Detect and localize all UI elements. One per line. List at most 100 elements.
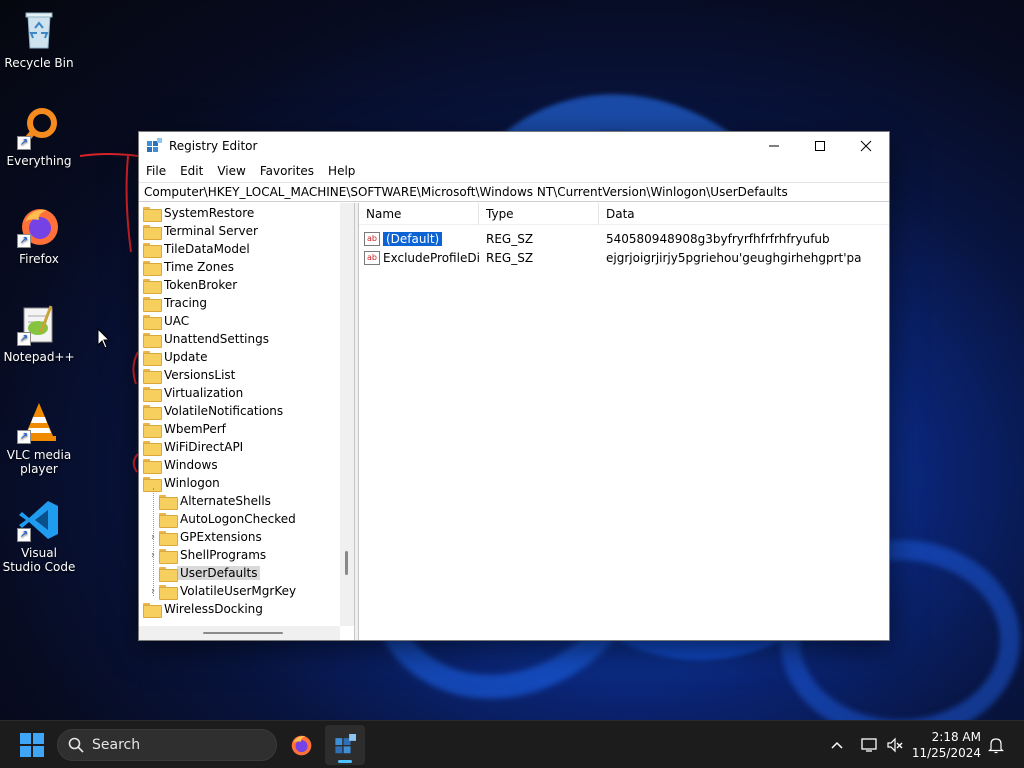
desktop-icon-label: Notepad++ — [3, 350, 75, 364]
registry-editor-icon — [335, 734, 356, 754]
tree-item[interactable]: Windows — [143, 456, 218, 474]
taskbar-registry-editor[interactable] — [325, 725, 365, 765]
value-row[interactable]: ab ExcludeProfileDirs REG_SZ ejgrjoigrji… — [359, 248, 889, 267]
tree-item[interactable]: AutoLogonChecked — [147, 510, 296, 528]
title-bar[interactable]: Registry Editor — [139, 132, 889, 160]
mouse-cursor-icon — [97, 328, 111, 349]
volume-button[interactable] — [886, 721, 904, 768]
tree-item[interactable]: AlternateShells — [147, 492, 271, 510]
network-button[interactable] — [860, 721, 878, 768]
address-bar[interactable]: Computer\HKEY_LOCAL_MACHINE\SOFTWARE\Mic… — [139, 182, 889, 202]
tree-item[interactable]: TokenBroker — [143, 276, 237, 294]
tree-item[interactable]: Terminal Server — [143, 222, 258, 240]
folder-icon — [143, 476, 162, 492]
tree-item-label: Winlogon — [164, 476, 220, 490]
tree-item[interactable]: Update — [143, 348, 207, 366]
tree-item-label: SystemRestore — [164, 206, 255, 220]
tree-item[interactable]: Winlogon — [143, 474, 220, 492]
desktop-icon-label: Recycle Bin — [4, 56, 74, 70]
folder-icon — [159, 584, 178, 600]
folder-icon — [159, 494, 178, 510]
desktop-icon-everything[interactable]: ↗ Everything — [2, 106, 76, 168]
taskbar-clock[interactable]: 2:18 AM 11/25/2024 — [912, 729, 981, 761]
tree-item[interactable]: VolatileNotifications — [143, 402, 283, 420]
list-header: Name Type Data — [359, 202, 889, 225]
folder-icon — [159, 512, 178, 528]
desktop-icon-vscode[interactable]: ↗ Visual Studio Code — [2, 498, 76, 574]
desktop-icon-recycle-bin[interactable]: Recycle Bin — [2, 8, 76, 70]
scrollbar-thumb[interactable] — [203, 632, 283, 634]
notifications-button[interactable] — [987, 721, 1005, 768]
vscode-icon: ↗ — [17, 498, 61, 542]
tree-item[interactable]: WirelessDocking — [143, 600, 263, 618]
menu-help[interactable]: Help — [321, 164, 362, 178]
tree-item-label: VersionsList — [164, 368, 236, 382]
tree-item[interactable]: SystemRestore — [143, 204, 254, 222]
tree-item-label: AlternateShells — [180, 494, 271, 508]
tree-item[interactable]: Tracing — [143, 294, 207, 312]
values-list-pane[interactable]: Name Type Data ab (Default) REG_SZ 54058… — [359, 202, 889, 640]
folder-icon — [143, 386, 162, 402]
column-header-data[interactable]: Data — [599, 203, 889, 225]
tree-item[interactable]: › VolatileUserMgrKey — [147, 582, 296, 600]
tree-item[interactable]: WiFiDirectAPI — [143, 438, 243, 456]
registry-editor-window: Registry Editor File Edit View Favorites… — [138, 131, 890, 641]
taskbar-firefox[interactable] — [281, 725, 321, 765]
string-value-icon: ab — [364, 231, 380, 246]
menu-edit[interactable]: Edit — [173, 164, 210, 178]
tree-item-label: UnattendSettings — [164, 332, 269, 346]
tree-item[interactable]: WbemPerf — [143, 420, 226, 438]
clock-date: 11/25/2024 — [911, 746, 981, 760]
taskbar-search[interactable]: Search — [57, 729, 277, 761]
recycle-bin-icon — [17, 8, 61, 52]
value-name: ExcludeProfileDirs — [383, 250, 479, 265]
tree-item[interactable]: UnattendSettings — [143, 330, 269, 348]
tree-item-label: UAC — [164, 314, 190, 328]
menu-favorites[interactable]: Favorites — [253, 164, 321, 178]
minimize-button[interactable] — [751, 132, 797, 160]
desktop-icon-firefox[interactable]: ↗ Firefox — [2, 204, 76, 266]
scrollbar-thumb[interactable] — [345, 551, 348, 575]
desktop-icon-label: Everything — [6, 154, 72, 168]
value-name: (Default) — [381, 231, 444, 246]
close-icon — [860, 140, 872, 152]
folder-icon — [143, 206, 162, 222]
tree-item[interactable]: UAC — [143, 312, 189, 330]
firefox-icon — [291, 735, 312, 756]
tree-item[interactable]: UserDefaults — [147, 564, 261, 582]
folder-icon — [159, 548, 178, 564]
tree-item[interactable]: › ShellPrograms — [147, 546, 266, 564]
desktop-icon-label: Visual Studio Code — [2, 546, 76, 574]
tree-item[interactable]: TileDataModel — [143, 240, 250, 258]
menu-view[interactable]: View — [210, 164, 252, 178]
everything-search-icon: ↗ — [17, 106, 61, 150]
window-title: Registry Editor — [169, 139, 258, 153]
column-header-type[interactable]: Type — [479, 202, 599, 225]
folder-icon — [143, 404, 162, 420]
menu-file[interactable]: File — [139, 164, 173, 178]
maximize-button[interactable] — [797, 132, 843, 160]
tree-vertical-scrollbar[interactable] — [340, 203, 354, 626]
network-icon — [861, 738, 877, 752]
windows-logo-icon — [20, 733, 31, 744]
desktop-icon-notepadpp[interactable]: ↗ Notepad++ — [2, 302, 76, 364]
tree-item[interactable]: › GPExtensions — [147, 528, 262, 546]
bell-icon — [988, 738, 1004, 754]
desktop-icon-vlc[interactable]: ↗ VLC media player — [2, 400, 76, 476]
tree-item[interactable]: VersionsList — [143, 366, 235, 384]
folder-icon — [143, 602, 162, 618]
start-button[interactable] — [20, 733, 44, 757]
tree-horizontal-scrollbar[interactable] — [139, 626, 340, 640]
folder-icon — [159, 530, 178, 546]
tree-item[interactable]: Virtualization — [143, 384, 243, 402]
tree-item[interactable]: Time Zones — [143, 258, 234, 276]
key-tree-pane[interactable]: SystemRestore Terminal Server TileDataMode… — [139, 203, 355, 640]
value-row[interactable]: ab (Default) REG_SZ 540580948908g3byfryr… — [359, 229, 889, 248]
close-button[interactable] — [843, 132, 889, 160]
taskbar: Search 2:18 AM 11/25/2024 — [0, 720, 1024, 768]
folder-icon — [143, 278, 162, 294]
column-header-name[interactable]: Name — [359, 202, 479, 225]
tray-overflow-button[interactable] — [828, 721, 846, 768]
desktop-icon-label: Firefox — [19, 252, 59, 266]
tree-item-label: Windows — [164, 458, 218, 472]
